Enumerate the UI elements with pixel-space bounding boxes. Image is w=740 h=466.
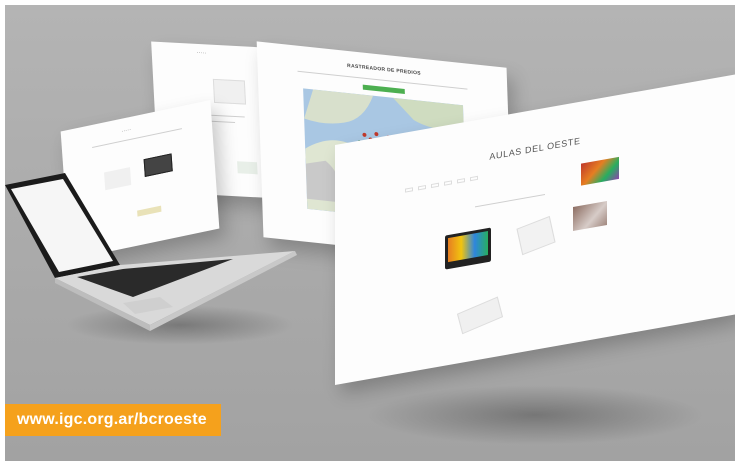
- text-line: [92, 128, 182, 148]
- page-shadow: [365, 385, 705, 445]
- nav-item[interactable]: [405, 187, 413, 193]
- card-brochure[interactable]: [513, 215, 558, 257]
- card-image: [515, 215, 556, 256]
- card-photo[interactable]: [567, 200, 612, 235]
- card-image: [444, 227, 491, 270]
- card-image: [581, 156, 619, 186]
- card-laptop[interactable]: [440, 227, 495, 274]
- map-page-title: RASTREADOR DE PREDIOS: [347, 62, 422, 77]
- card-image: [572, 201, 607, 232]
- url-banner[interactable]: www.igc.org.ar/bcroeste: [5, 404, 221, 436]
- nav-item[interactable]: [470, 175, 478, 182]
- photo-backdrop: ····· RASTREADOR DE PREDIOS ····· AULAS …: [5, 5, 735, 461]
- laptop-graphic: [5, 173, 297, 331]
- section-rule: [475, 193, 545, 208]
- card-image: [456, 296, 504, 335]
- nav-item[interactable]: [444, 180, 452, 186]
- laptop: [5, 173, 305, 343]
- nav-item[interactable]: [418, 184, 426, 191]
- page-header-text: ·····: [196, 49, 207, 57]
- card-booklet[interactable]: [455, 296, 505, 335]
- nav-item[interactable]: [457, 178, 465, 184]
- green-button[interactable]: [362, 84, 405, 95]
- card-colorful-photo[interactable]: [575, 156, 625, 187]
- main-page-nav: [405, 175, 478, 193]
- nav-item[interactable]: [431, 182, 439, 189]
- page-thumb: [212, 78, 247, 105]
- page-header-text: ·····: [121, 126, 132, 135]
